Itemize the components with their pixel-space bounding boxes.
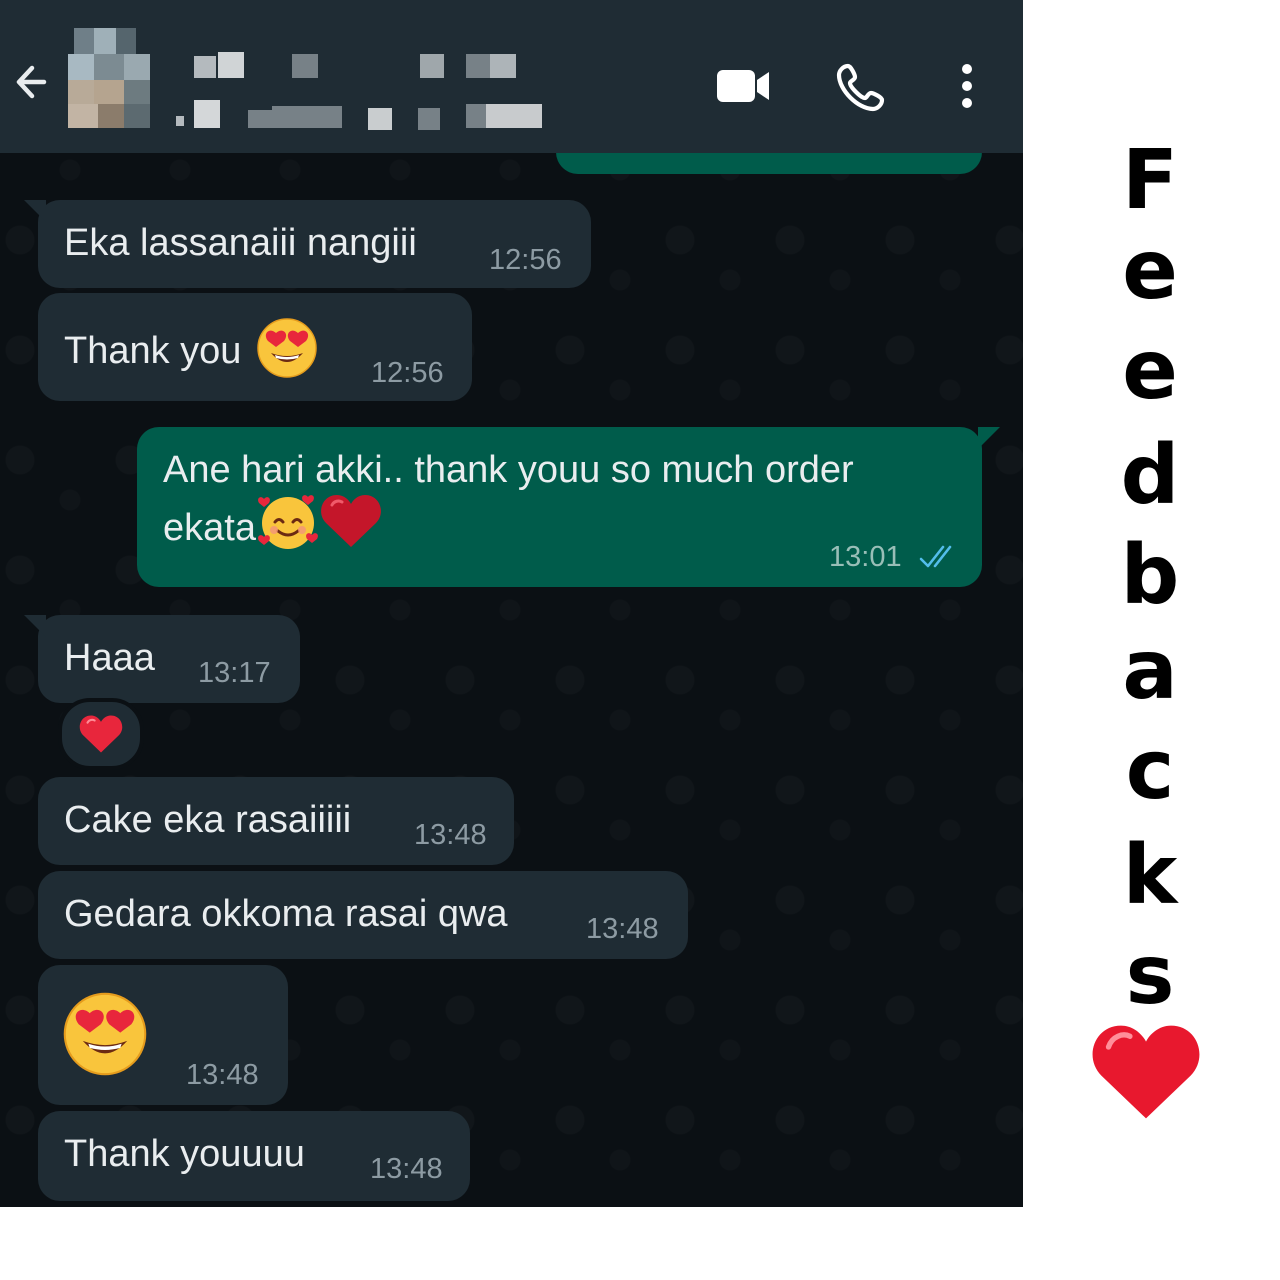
avatar[interactable] <box>68 28 150 128</box>
phone-call-icon[interactable] <box>836 62 886 112</box>
title-letter: k <box>1122 828 1178 923</box>
message-incoming[interactable]: Cake eka rasaiiiii 13:48 <box>38 777 514 865</box>
message-time: 13:17 <box>198 657 271 689</box>
title-letter: e <box>1122 323 1178 418</box>
message-reaction[interactable] <box>58 698 144 770</box>
title-letter: c <box>1125 723 1175 818</box>
message-text: Thank youuuu <box>64 1133 305 1175</box>
chat-screen: Eka lassanaiii nangiii 12:56 Thank you 1… <box>0 0 1023 1207</box>
red-heart-icon <box>79 715 123 753</box>
message-outgoing[interactable]: Ane hari akki.. thank youu so much order… <box>137 427 1000 587</box>
title-letter: F <box>1121 133 1178 228</box>
video-call-icon[interactable] <box>716 68 770 104</box>
message-text: Ane hari akki.. thank youu so much order <box>163 449 854 491</box>
message-text: Haaa <box>64 637 155 679</box>
title-letter: d <box>1120 428 1180 523</box>
message-incoming[interactable]: Eka lassanaiii nangiii 12:56 <box>24 200 591 288</box>
message-time: 13:48 <box>414 819 487 851</box>
arrow-left-icon[interactable] <box>14 60 50 104</box>
message-incoming[interactable]: Gedara okkoma rasai qwa 13:48 <box>38 871 688 959</box>
read-receipt-icon <box>919 545 952 568</box>
heart-eyes-face-icon <box>257 318 317 378</box>
title-letter: a <box>1122 623 1178 718</box>
title-letter: s <box>1125 928 1175 1023</box>
message-incoming[interactable]: Haaa 13:17 <box>24 615 300 703</box>
smiling-face-with-hearts-icon <box>258 495 318 549</box>
more-vert-icon[interactable] <box>955 62 979 110</box>
chat-header <box>0 0 1023 153</box>
red-heart-icon <box>1092 1025 1200 1119</box>
message-incoming[interactable]: Thank youuuu 13:48 <box>38 1111 470 1201</box>
message-text-line2: ekata <box>163 495 382 553</box>
title-letter: e <box>1122 223 1178 318</box>
message-text: Cake eka rasaiiiii <box>64 799 352 841</box>
message-incoming[interactable]: 13:48 <box>38 965 288 1105</box>
message-text: Gedara okkoma rasai qwa <box>64 893 508 935</box>
message-time: 12:56 <box>489 244 562 276</box>
message-text: Eka lassanaiii nangiii <box>64 222 417 264</box>
message-time: 13:48 <box>586 913 659 945</box>
title-letter: b <box>1120 528 1180 623</box>
message-time: 13:48 <box>370 1153 443 1185</box>
heart-eyes-face-icon <box>63 992 147 1076</box>
red-heart-icon <box>321 495 381 547</box>
message-time: 13:48 <box>186 1059 259 1091</box>
message-time: 13:01 <box>829 541 902 573</box>
message-incoming[interactable]: Thank you 12:56 <box>38 293 472 401</box>
message-time: 12:56 <box>371 357 444 389</box>
message-text: Thank you <box>64 318 318 379</box>
